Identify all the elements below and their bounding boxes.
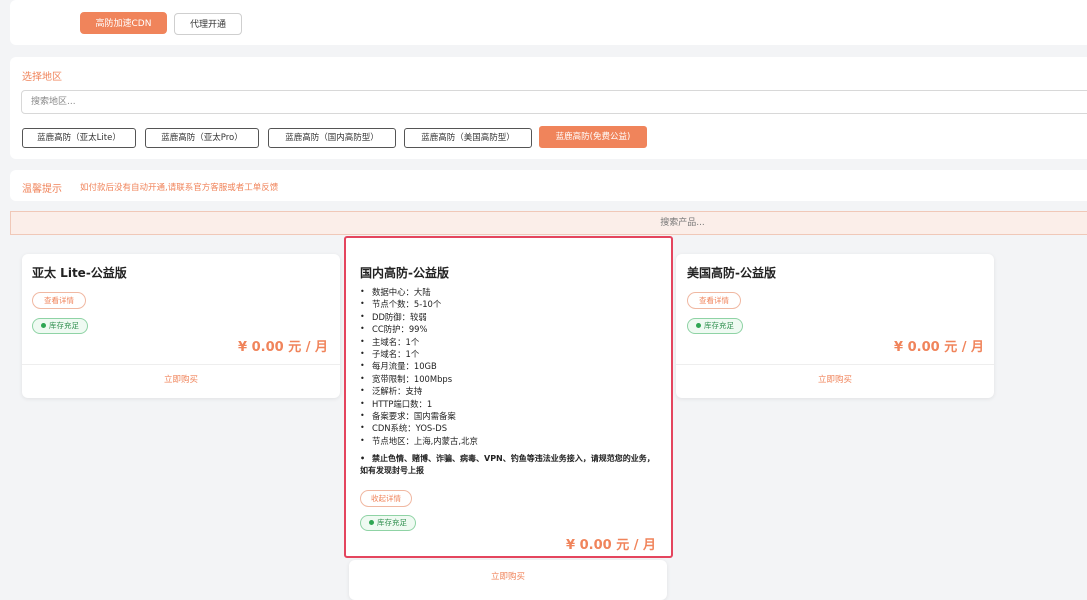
feature-item: HTTP端口数：1	[360, 398, 660, 411]
stock-label: 库存充足	[704, 321, 734, 330]
feature-item: 数据中心：大陆	[360, 286, 660, 299]
stock-badge: 库存充足	[360, 515, 416, 531]
warning-line-2: 如有发现封号上报	[360, 466, 424, 475]
tip-label: 温馨提示	[22, 184, 62, 195]
warning-line-1: 禁止色情、赌博、诈骗、病毒、VPN、钓鱼等违法业务接入，请规范您的业务，	[372, 454, 655, 463]
region-option-free[interactable]: 蓝鹿高防(免费公益)	[539, 126, 647, 148]
buy-now-button[interactable]: 立即购买	[349, 562, 667, 592]
feature-item: 子域名：1个	[360, 348, 660, 361]
stock-badge: 库存充足	[687, 318, 743, 334]
stock-dot-icon	[369, 519, 374, 525]
stock-label: 库存充足	[49, 321, 79, 330]
tab-cdn[interactable]: 高防加速CDN	[80, 12, 167, 34]
region-title: 选择地区	[22, 72, 62, 83]
product-search-placeholder: 搜索产品...	[660, 218, 705, 228]
feature-item: 每月流量：10GB	[360, 360, 660, 373]
stock-dot-icon	[41, 322, 46, 328]
region-option-apac-pro[interactable]: 蓝鹿高防（亚太Pro）	[145, 128, 259, 148]
feature-item: CDN系统：YOS-DS	[360, 422, 660, 435]
buy-now-button[interactable]: 立即购买	[676, 364, 994, 398]
product-price: ¥ 0.00 元 / 月	[894, 340, 984, 355]
feature-list: 数据中心：大陆 节点个数：5-10个 DD防御：较弱 CC防护：99% 主域名：…	[360, 286, 660, 447]
product-title: 国内高防-公益版	[360, 266, 449, 280]
feature-item: 节点个数：5-10个	[360, 298, 660, 311]
top-tab-panel	[10, 0, 1087, 45]
view-details-button[interactable]: 查看详情	[32, 292, 86, 309]
warning-text: • 禁止色情、赌博、诈骗、病毒、VPN、钓鱼等违法业务接入，请规范您的业务， 如有…	[360, 453, 670, 477]
stock-dot-icon	[696, 322, 701, 328]
product-search-input[interactable]: 搜索产品...	[10, 211, 1087, 235]
stock-label: 库存充足	[377, 518, 407, 527]
product-price: ¥ 0.00 元 / 月	[238, 340, 328, 355]
feature-item: CC防护：99%	[360, 323, 660, 336]
region-option-us[interactable]: 蓝鹿高防（美国高防型）	[404, 128, 532, 148]
region-search-placeholder: 搜索地区...	[31, 97, 76, 107]
buy-now-button[interactable]: 立即购买	[22, 364, 340, 398]
product-price: ¥ 0.00 元 / 月	[566, 538, 656, 553]
region-option-apac-lite[interactable]: 蓝鹿高防（亚太Lite）	[22, 128, 136, 148]
product-title: 亚太 Lite-公益版	[32, 266, 127, 280]
product-title: 美国高防-公益版	[687, 266, 776, 280]
feature-item: 主域名：1个	[360, 336, 660, 349]
feature-item: 节点地区：上海,内蒙古,北京	[360, 435, 660, 448]
stock-badge: 库存充足	[32, 318, 88, 334]
view-details-button[interactable]: 查看详情	[687, 292, 741, 309]
region-option-domestic[interactable]: 蓝鹿高防（国内高防型）	[268, 128, 396, 148]
tip-text: 如付款后没有自动开通,请联系官方客服或者工单反馈	[80, 183, 279, 193]
tab-proxy[interactable]: 代理开通	[174, 13, 242, 35]
feature-item: 宽带限制：100Mbps	[360, 373, 660, 386]
feature-item: DD防御：较弱	[360, 311, 660, 324]
collapse-details-button[interactable]: 收起详情	[360, 490, 412, 507]
feature-item: 泛解析：支持	[360, 385, 660, 398]
region-search-input[interactable]: 搜索地区...	[21, 90, 1087, 114]
feature-item: 备案要求：国内需备案	[360, 410, 660, 423]
